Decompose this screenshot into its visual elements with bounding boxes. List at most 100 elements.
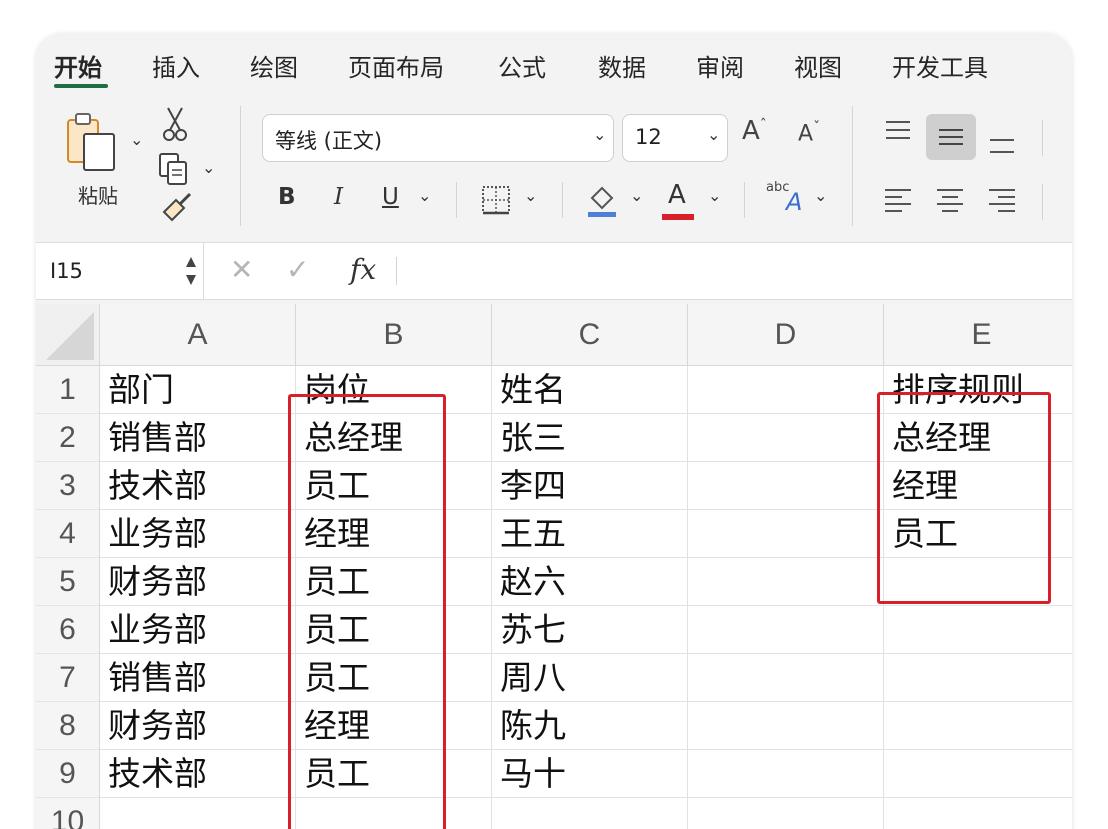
row-header-2[interactable]: 2 — [36, 414, 100, 462]
align-left-icon[interactable] — [882, 184, 914, 216]
tab-draw[interactable]: 绘图 — [250, 48, 298, 83]
name-box[interactable]: I15 — [36, 243, 204, 299]
cell-b7[interactable]: 员工 — [296, 654, 492, 702]
font-size-select[interactable]: 12 ⌄ — [622, 114, 728, 162]
cell-b5[interactable]: 员工 — [296, 558, 492, 606]
tab-page-layout[interactable]: 页面布局 — [348, 48, 444, 83]
column-header-b[interactable]: B — [296, 304, 492, 366]
align-center-icon[interactable] — [934, 184, 966, 216]
cell-b10[interactable] — [296, 798, 492, 829]
cell-d1[interactable] — [688, 366, 884, 414]
row-header-7[interactable]: 7 — [36, 654, 100, 702]
font-name-select[interactable]: 等线 (正文) ⌄ — [262, 114, 614, 162]
cell-d8[interactable] — [688, 702, 884, 750]
tab-insert[interactable]: 插入 — [152, 48, 200, 83]
tab-data[interactable]: 数据 — [598, 48, 646, 83]
cell-e5[interactable] — [884, 558, 1072, 606]
borders-dropdown-chevron-icon[interactable]: ⌄ — [524, 186, 537, 205]
cell-c8[interactable]: 陈九 — [492, 702, 688, 750]
cell-d10[interactable] — [688, 798, 884, 829]
cell-b9[interactable]: 员工 — [296, 750, 492, 798]
cell-b8[interactable]: 经理 — [296, 702, 492, 750]
name-box-stepper-icon[interactable] — [184, 253, 198, 289]
cell-d6[interactable] — [688, 606, 884, 654]
column-header-d[interactable]: D — [688, 304, 884, 366]
cell-a1[interactable]: 部门 — [100, 366, 296, 414]
align-right-icon[interactable] — [986, 184, 1018, 216]
cell-c6[interactable]: 苏七 — [492, 606, 688, 654]
row-header-5[interactable]: 5 — [36, 558, 100, 606]
insert-function-icon[interactable]: fx — [350, 253, 376, 286]
paste-dropdown-chevron-icon[interactable]: ⌄ — [130, 130, 143, 149]
cell-d7[interactable] — [688, 654, 884, 702]
cell-c5[interactable]: 赵六 — [492, 558, 688, 606]
cell-a10[interactable] — [100, 798, 296, 829]
cell-b6[interactable]: 员工 — [296, 606, 492, 654]
cell-c7[interactable]: 周八 — [492, 654, 688, 702]
increase-font-size-button[interactable]: Aˆ — [742, 116, 767, 146]
tab-home[interactable]: 开始 — [54, 48, 102, 83]
align-bottom-icon[interactable] — [986, 124, 1018, 156]
select-all-button[interactable] — [36, 304, 100, 366]
cell-e2[interactable]: 总经理 — [884, 414, 1072, 462]
tab-developer[interactable]: 开发工具 — [892, 48, 988, 83]
cell-a9[interactable]: 技术部 — [100, 750, 296, 798]
cell-d2[interactable] — [688, 414, 884, 462]
bold-button[interactable]: B — [278, 184, 296, 210]
cell-e7[interactable] — [884, 654, 1072, 702]
cell-a5[interactable]: 财务部 — [100, 558, 296, 606]
underline-button[interactable]: U — [382, 184, 399, 210]
underline-dropdown-chevron-icon[interactable]: ⌄ — [418, 186, 431, 205]
row-header-10[interactable]: 10 — [36, 798, 100, 829]
font-color-dropdown-chevron-icon[interactable]: ⌄ — [708, 186, 721, 205]
cell-a8[interactable]: 财务部 — [100, 702, 296, 750]
cell-a4[interactable]: 业务部 — [100, 510, 296, 558]
cell-d4[interactable] — [688, 510, 884, 558]
cell-c9[interactable]: 马十 — [492, 750, 688, 798]
tab-formulas[interactable]: 公式 — [498, 48, 546, 83]
cell-e8[interactable] — [884, 702, 1072, 750]
cell-a7[interactable]: 销售部 — [100, 654, 296, 702]
decrease-font-size-button[interactable]: Aˇ — [798, 120, 820, 146]
format-painter-icon[interactable] — [160, 192, 194, 222]
cell-d9[interactable] — [688, 750, 884, 798]
borders-icon[interactable] — [480, 184, 512, 216]
cell-b1[interactable]: 岗位 — [296, 366, 492, 414]
cell-a3[interactable]: 技术部 — [100, 462, 296, 510]
cell-c4[interactable]: 王五 — [492, 510, 688, 558]
column-header-c[interactable]: C — [492, 304, 688, 366]
cell-e9[interactable] — [884, 750, 1072, 798]
cell-e3[interactable]: 经理 — [884, 462, 1072, 510]
text-direction-icon[interactable]: A — [786, 188, 802, 216]
cancel-icon[interactable]: ✕ — [230, 253, 253, 286]
cell-b3[interactable]: 员工 — [296, 462, 492, 510]
align-top-icon[interactable] — [882, 118, 914, 148]
cell-c2[interactable]: 张三 — [492, 414, 688, 462]
tab-review[interactable]: 审阅 — [696, 48, 744, 83]
row-header-8[interactable]: 8 — [36, 702, 100, 750]
copy-icon[interactable] — [158, 152, 192, 186]
tab-view[interactable]: 视图 — [794, 48, 842, 83]
worksheet-grid[interactable]: A B C D E 1 部门 岗位 姓名 排序规则 2 销售部 总经理 张三 总经理 3 技术部 员工 李四 经理 4 业… — [36, 304, 1072, 829]
cell-b4[interactable]: 经理 — [296, 510, 492, 558]
font-color-button[interactable]: A — [668, 180, 686, 210]
cell-e4[interactable]: 员工 — [884, 510, 1072, 558]
cell-e6[interactable] — [884, 606, 1072, 654]
cell-e10[interactable] — [884, 798, 1072, 829]
column-header-e[interactable]: E — [884, 304, 1072, 366]
italic-button[interactable]: I — [334, 184, 343, 210]
text-direction-dropdown-chevron-icon[interactable]: ⌄ — [814, 186, 827, 205]
row-header-9[interactable]: 9 — [36, 750, 100, 798]
cell-c1[interactable]: 姓名 — [492, 366, 688, 414]
column-header-a[interactable]: A — [100, 304, 296, 366]
enter-icon[interactable]: ✓ — [286, 253, 309, 286]
cell-e1[interactable]: 排序规则 — [884, 366, 1072, 414]
cell-a6[interactable]: 业务部 — [100, 606, 296, 654]
row-header-1[interactable]: 1 — [36, 366, 100, 414]
row-header-4[interactable]: 4 — [36, 510, 100, 558]
cut-icon[interactable] — [162, 106, 188, 142]
row-header-3[interactable]: 3 — [36, 462, 100, 510]
copy-dropdown-chevron-icon[interactable]: ⌄ — [202, 158, 215, 177]
fill-color-dropdown-chevron-icon[interactable]: ⌄ — [630, 186, 643, 205]
cell-d5[interactable] — [688, 558, 884, 606]
